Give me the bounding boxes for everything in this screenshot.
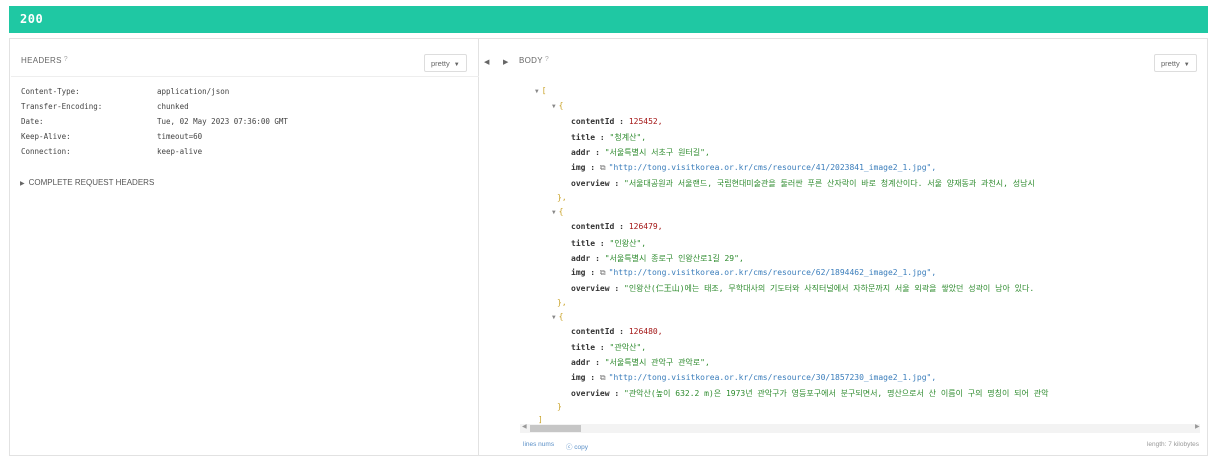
chevron-down-icon: ▼ [453, 62, 460, 68]
scrollbar-thumb[interactable] [530, 425, 581, 432]
json-row-addr: addr : "서울특별시 관악구 관악로", [571, 358, 710, 367]
json-object-close: }, [557, 298, 567, 307]
fold-icon[interactable]: ▼ [552, 314, 556, 321]
json-object-close: }, [557, 193, 567, 202]
json-row-contentid: contentId : 126480, [571, 327, 663, 336]
body-pretty-select[interactable]: pretty ▼ [1154, 54, 1197, 72]
json-row-img: img : ⧉ "http://tong.visitkorea.or.kr/cms… [571, 163, 937, 172]
line-nums-toggle[interactable]: lines nums [523, 441, 554, 448]
header-row: Keep-Alive: timeout=60 [21, 132, 203, 141]
json-row-addr: addr : "서울특별시 서초구 원터길", [571, 148, 710, 157]
chevron-down-icon: ▼ [1183, 62, 1190, 68]
json-row-overview: overview : "관악산(높이 632.2 m)은 1973년 관악구가 … [571, 389, 1049, 398]
json-row-addr: addr : "서울특별시 종로구 인왕산로1길 29", [571, 254, 744, 263]
help-icon[interactable]: ? [64, 56, 68, 63]
header-row: Content-Type: application/json [21, 87, 230, 96]
headers-divider [11, 76, 479, 77]
header-row: Date: Tue, 02 May 2023 07:36:00 GMT [21, 117, 288, 126]
image-url-link[interactable]: "http://tong.visitkorea.or.kr/cms/resour… [609, 373, 937, 382]
horizontal-scrollbar[interactable] [520, 424, 1200, 433]
json-object-close: } [557, 402, 562, 411]
collapse-right-icon[interactable]: ▶ [503, 58, 508, 66]
copy-button[interactable]: ⓒ copy [566, 441, 588, 451]
json-object-open: ▼{ [552, 101, 564, 110]
status-code: 200 [20, 12, 44, 26]
headers-pretty-select[interactable]: pretty ▼ [424, 54, 467, 72]
json-row-img: img : ⧉ "http://tong.visitkorea.or.kr/cms… [571, 373, 937, 382]
external-link-icon[interactable]: ⧉ [600, 268, 606, 277]
fold-icon[interactable]: ▼ [535, 88, 539, 95]
image-url-link[interactable]: "http://tong.visitkorea.or.kr/cms/resour… [609, 163, 937, 172]
header-row: Transfer-Encoding: chunked [21, 102, 189, 111]
json-row-contentid: contentId : 126479, [571, 222, 663, 231]
scroll-left-icon[interactable]: ◀ [522, 423, 527, 430]
status-bar: 200 [9, 6, 1208, 33]
response-length: length: 7 kilobytes [1146, 441, 1199, 448]
json-object-open: ▼{ [552, 207, 564, 216]
json-row-img: img : ⧉ "http://tong.visitkorea.or.kr/cms… [571, 268, 937, 277]
external-link-icon[interactable]: ⧉ [600, 163, 606, 172]
json-row-title: title : "청계산", [571, 133, 647, 142]
header-row: Connection: keep-alive [21, 147, 203, 156]
json-row-title: title : "인왕산", [571, 239, 647, 248]
help-icon[interactable]: ? [545, 56, 549, 63]
fold-icon[interactable]: ▼ [552, 209, 556, 216]
json-object-open: ▼{ [552, 312, 564, 321]
headers-title: HEADERS? [21, 56, 68, 65]
json-row-overview: overview : "인왕산(仁王山)에는 태조, 무학대사의 기도터와 사직… [571, 284, 1035, 293]
json-row-title: title : "관악산", [571, 343, 647, 352]
image-url-link[interactable]: "http://tong.visitkorea.or.kr/cms/resour… [609, 268, 937, 277]
json-array-close: ] [538, 415, 543, 424]
complete-request-headers-toggle[interactable]: ▶ COMPLETE REQUEST HEADERS [20, 178, 154, 187]
headers-panel [9, 38, 479, 456]
json-row-overview: overview : "서울대공원과 서울랜드, 국립현대미술관을 둘러싼 푸른… [571, 179, 1035, 188]
external-link-icon[interactable]: ⧉ [600, 373, 606, 382]
fold-icon[interactable]: ▼ [552, 103, 556, 110]
json-array-open: ▼[ [535, 86, 547, 95]
body-title: BODY? [519, 56, 550, 65]
scroll-right-icon[interactable]: ▶ [1195, 423, 1200, 430]
json-row-contentid: contentId : 125452, [571, 117, 663, 126]
collapse-left-icon[interactable]: ◀ [484, 58, 489, 66]
expand-icon: ▶ [20, 181, 25, 187]
